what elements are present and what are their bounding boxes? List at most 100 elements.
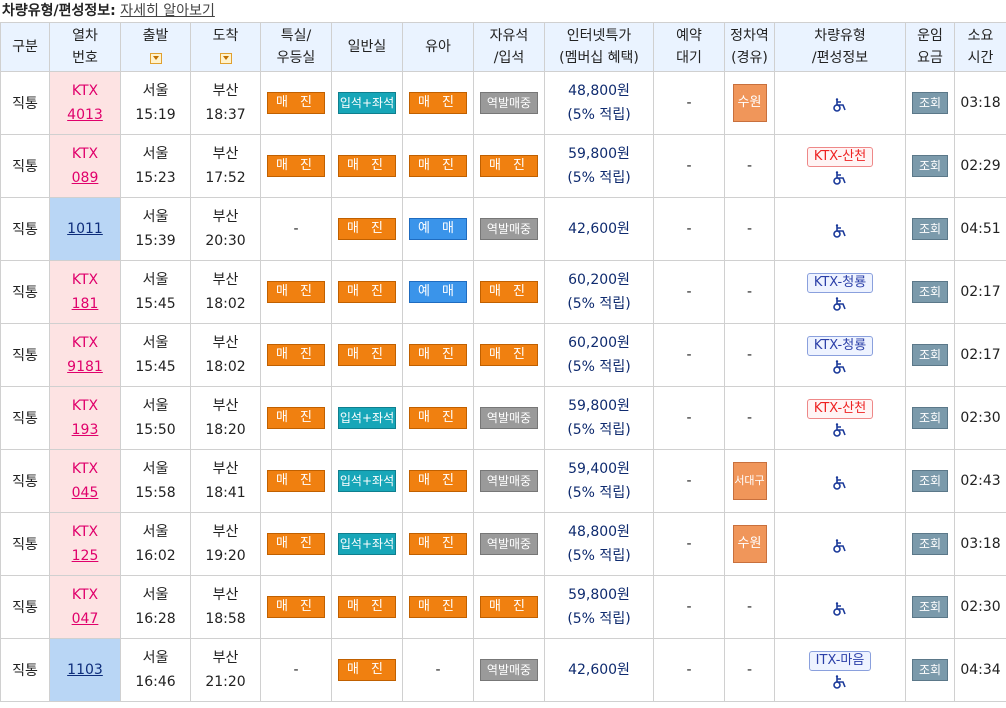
train-no-cell[interactable]: KTX 047 [49,575,121,639]
general-seat-button[interactable]: 입석+좌석 [338,470,396,492]
special-seat-button[interactable]: 매 진 [267,92,325,114]
free-seat-button[interactable]: 역발매중 [480,92,538,114]
infant-seat: 매 진 [402,323,474,387]
gubun-cell: 직통 [0,197,50,261]
infant-seat-button[interactable]: 매 진 [409,407,467,429]
fare-cell: 조회 [905,575,955,639]
infant-seat-button[interactable]: 매 진 [409,533,467,555]
free-seat: 역발매중 [473,71,545,135]
train-number-link[interactable]: 193 [50,418,120,442]
table-row: 직통 KTX 045 서울 15:58 부산 18:41 매 진 입석+좌석 매 진 역발매중 59,… [0,449,1006,513]
infant-seat-button[interactable]: 매 진 [409,344,467,366]
general-seat-button[interactable]: 입석+좌석 [338,407,396,429]
free-seat: 역발매중 [473,512,545,576]
train-number-link[interactable]: 1103 [50,658,120,682]
stop-station-button[interactable]: 수원 [732,84,767,122]
train-no-cell[interactable]: KTX 181 [49,260,121,324]
infant-seat-button[interactable]: 예 매 [409,281,467,303]
train-number-link[interactable]: 1011 [50,217,120,241]
general-seat-button[interactable]: 매 진 [338,596,396,618]
general-seat-button[interactable]: 매 진 [338,281,396,303]
free-seat-button[interactable]: 역발매중 [480,218,538,240]
train-number-link[interactable]: 045 [50,481,120,505]
stop-cell: 수원 [724,71,775,135]
special-seat-button[interactable]: 매 진 [267,470,325,492]
special-seat-button[interactable]: 매 진 [267,155,325,177]
free-seat-button[interactable]: 역발매중 [480,659,538,681]
infant-seat-button[interactable]: 매 진 [409,596,467,618]
train-number-link[interactable]: 181 [50,292,120,316]
general-seat-button[interactable]: 입석+좌석 [338,533,396,555]
arrival-cell: 부산 18:58 [190,575,261,639]
header-departure[interactable]: 출발 [120,22,191,72]
train-number-link[interactable]: 4013 [50,103,120,127]
train-no-cell[interactable]: KTX 089 [49,134,121,198]
vehicle-info-link[interactable]: 자세히 알아보기 [120,3,215,19]
special-seat-button[interactable]: 매 진 [267,533,325,555]
free-seat-button[interactable]: 역발매중 [480,470,538,492]
fare-lookup-button[interactable]: 조회 [912,281,948,303]
header-arrival[interactable]: 도착 [190,22,261,72]
special-seat: 매 진 [260,386,332,450]
train-no-cell[interactable]: KTX 193 [49,386,121,450]
general-seat-button[interactable]: 매 진 [338,344,396,366]
train-no-cell[interactable]: 1011 [49,197,121,261]
arrival-cell: 부산 18:41 [190,449,261,513]
free-seat-button[interactable]: 매 진 [480,344,538,366]
special-seat-button[interactable]: 매 진 [267,596,325,618]
special-seat-button[interactable]: 매 진 [267,281,325,303]
fare-lookup-button[interactable]: 조회 [912,533,948,555]
stop-cell: - [724,134,775,198]
fare-lookup-button[interactable]: 조회 [912,470,948,492]
header-train-no[interactable]: 열차 번호 [49,22,121,72]
header-free-seat: 자유석/입석 [473,22,545,72]
infant-seat: 매 진 [402,71,474,135]
fare-lookup-button[interactable]: 조회 [912,659,948,681]
special-seat: 매 진 [260,260,332,324]
train-number-link[interactable]: 9181 [50,355,120,379]
train-no-cell[interactable]: KTX 4013 [49,71,121,135]
train-no-cell[interactable]: KTX 9181 [49,323,121,387]
gubun-cell: 직통 [0,575,50,639]
train-number-link[interactable]: 047 [50,607,120,631]
fare-cell: 조회 [905,386,955,450]
fare-cell: 조회 [905,260,955,324]
free-seat-button[interactable]: 매 진 [480,155,538,177]
free-seat-button[interactable]: 매 진 [480,281,538,303]
infant-seat-button[interactable]: 매 진 [409,92,467,114]
train-number-link[interactable]: 125 [50,544,120,568]
departure-cell: 서울 16:28 [120,575,191,639]
special-seat-button[interactable]: 매 진 [267,344,325,366]
fare-lookup-button[interactable]: 조회 [912,407,948,429]
stop-station-button[interactable]: 서대구 [732,462,767,500]
train-no-cell[interactable]: 1103 [49,638,121,702]
arrival-cell: 부산 18:37 [190,71,261,135]
fare-lookup-button[interactable]: 조회 [912,218,948,240]
departure-cell: 서울 16:46 [120,638,191,702]
vehicle-type-cell [774,71,906,135]
fare-cell: 조회 [905,323,955,387]
fare-lookup-button[interactable]: 조회 [912,596,948,618]
general-seat-button[interactable]: 매 진 [338,155,396,177]
train-no-cell[interactable]: KTX 125 [49,512,121,576]
free-seat-button[interactable]: 매 진 [480,596,538,618]
fare-lookup-button[interactable]: 조회 [912,155,948,177]
free-seat-button[interactable]: 역발매중 [480,407,538,429]
special-seat-button[interactable]: 매 진 [267,407,325,429]
fare-cell: 조회 [905,449,955,513]
wait-cell: - [653,71,725,135]
general-seat-button[interactable]: 입석+좌석 [338,92,396,114]
train-type: KTX [71,587,99,603]
stop-station-button[interactable]: 수원 [732,525,767,563]
general-seat-button[interactable]: 매 진 [338,659,396,681]
general-seat-button[interactable]: 매 진 [338,218,396,240]
train-number-link[interactable]: 089 [50,166,120,190]
fare-lookup-button[interactable]: 조회 [912,344,948,366]
fare-lookup-button[interactable]: 조회 [912,92,948,114]
infant-seat-button[interactable]: 매 진 [409,155,467,177]
infant-seat-button[interactable]: 예 매 [409,218,467,240]
general-seat: 입석+좌석 [331,512,403,576]
free-seat-button[interactable]: 역발매중 [480,533,538,555]
infant-seat-button[interactable]: 매 진 [409,470,467,492]
train-no-cell[interactable]: KTX 045 [49,449,121,513]
